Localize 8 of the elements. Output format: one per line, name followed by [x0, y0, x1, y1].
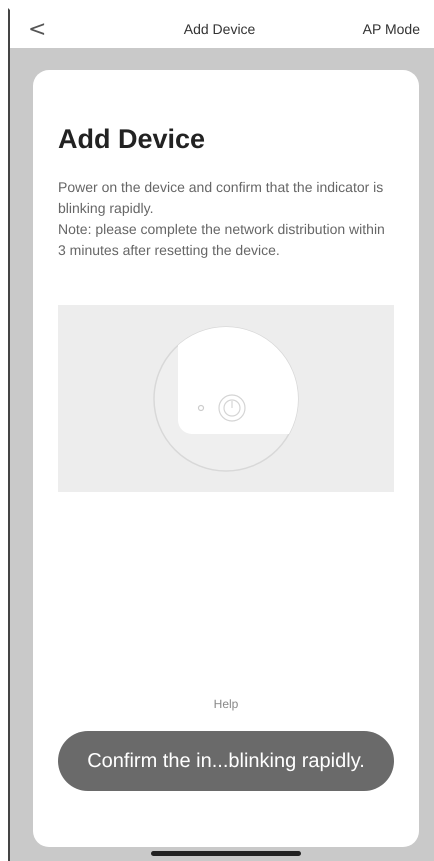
instruction-text: Power on the device and confirm that the indicator is blinking rapidly. — [58, 178, 384, 218]
ap-mode-button[interactable]: AP Mode — [362, 21, 420, 37]
heading: Add Device — [58, 124, 206, 155]
toast-message: Confirm the in...blinking rapidly. — [58, 731, 394, 791]
page-title: Add Device — [184, 21, 256, 37]
instruction-text: Note: please complete the network distribution within 3 minutes after resetting the device. — [58, 220, 386, 260]
help-link[interactable]: Help — [214, 697, 238, 711]
back-button[interactable]: < — [28, 16, 46, 42]
